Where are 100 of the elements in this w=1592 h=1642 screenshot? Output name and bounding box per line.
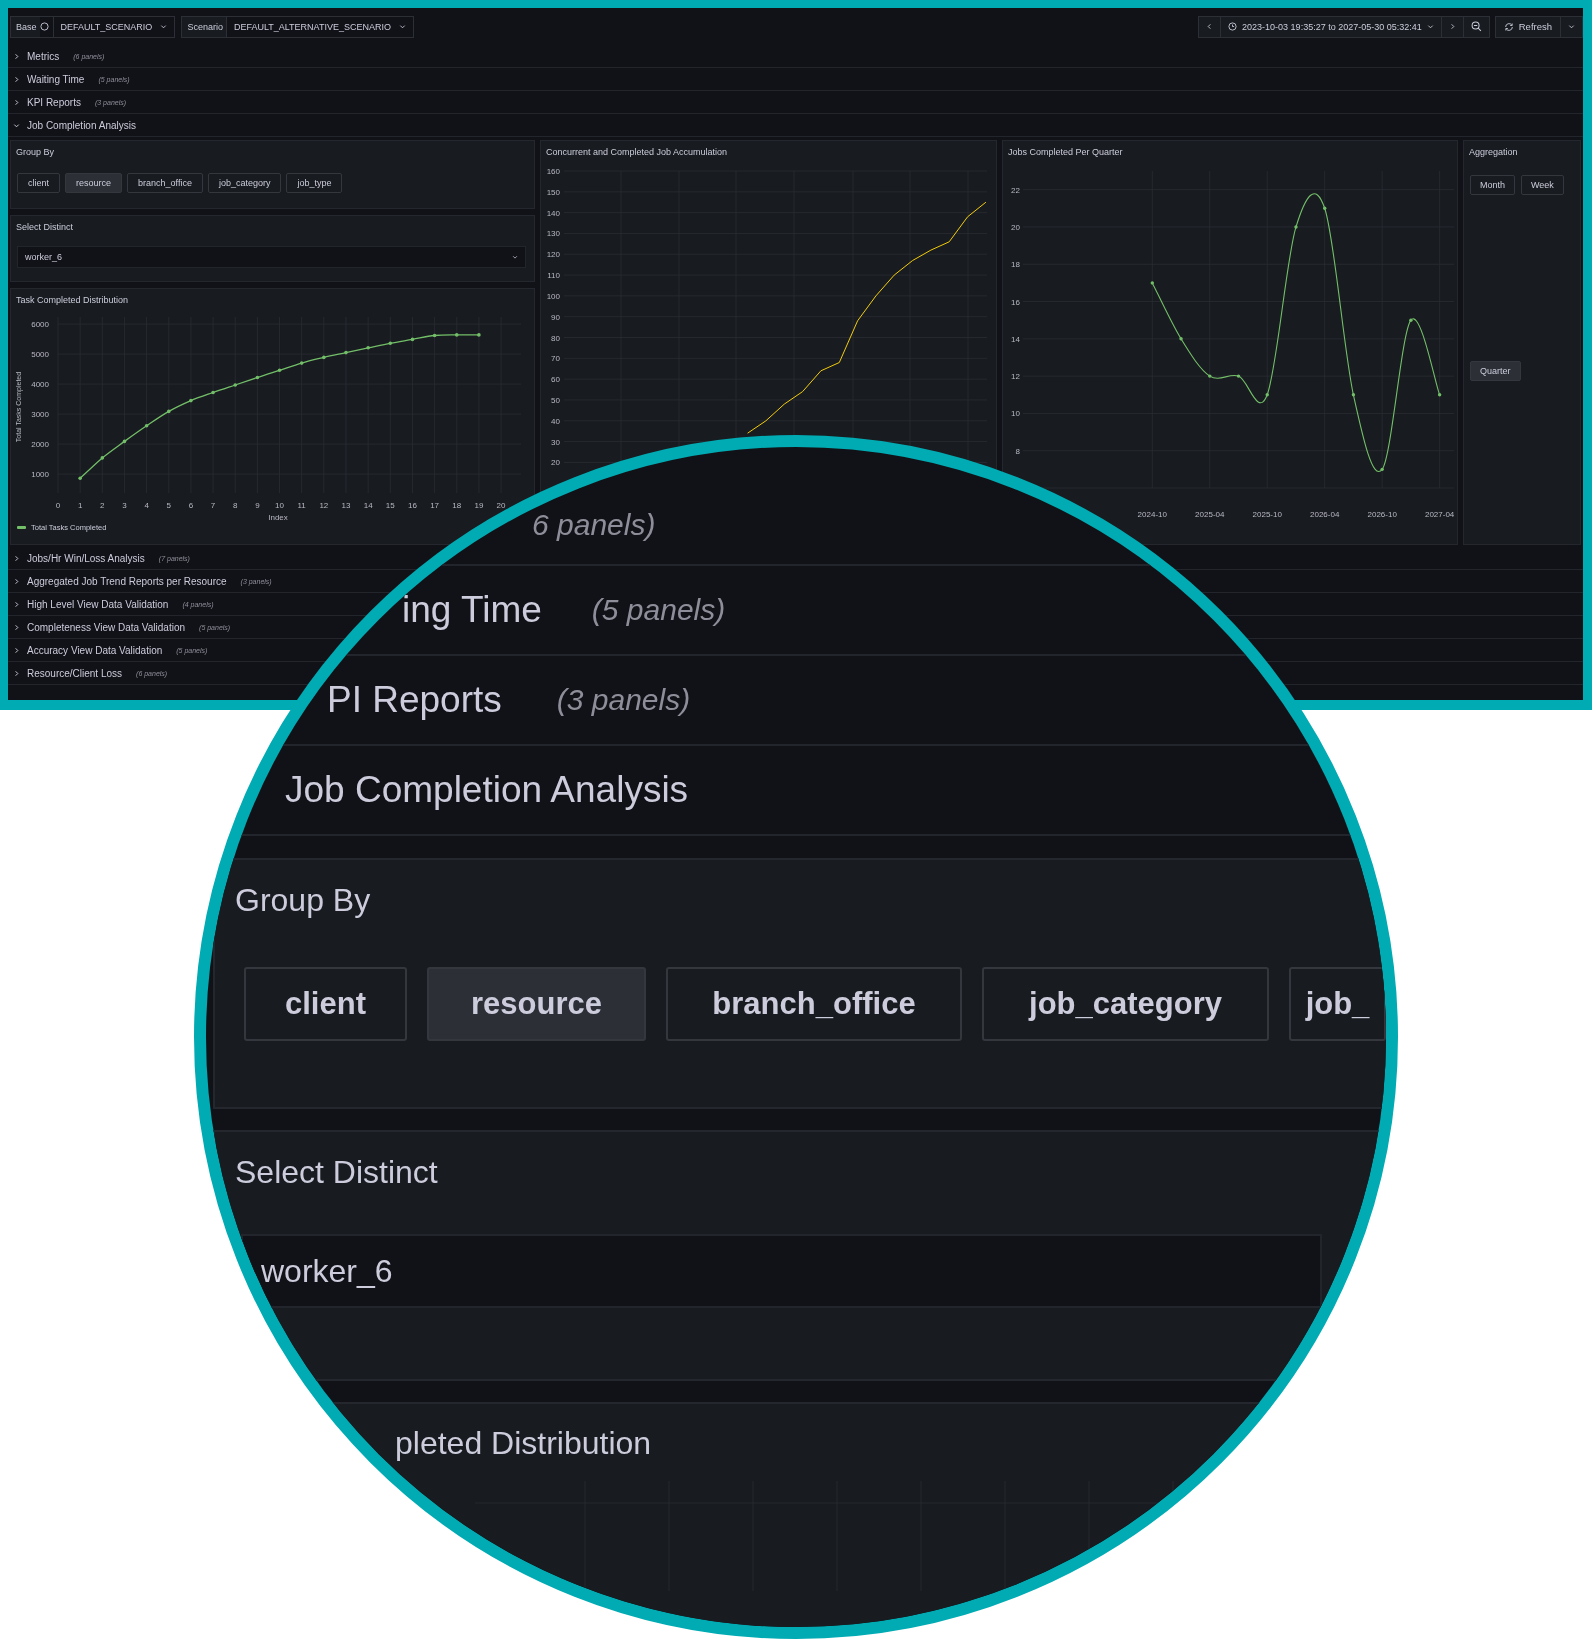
data-point xyxy=(211,390,215,395)
axis-tick-label: 2000 xyxy=(31,440,49,450)
axis-tick-label: 6 xyxy=(188,501,194,510)
data-point xyxy=(1351,393,1356,397)
caret-icon xyxy=(1568,23,1575,30)
panel-title: Concurrent and Completed Job Accumulation xyxy=(545,146,729,159)
axis-tick-label: 4 xyxy=(144,501,149,510)
axis-tick-label: 8 xyxy=(233,501,238,510)
row-title: PI Reports xyxy=(327,679,502,721)
axis-tick-label: 22 xyxy=(1011,185,1020,195)
group-by-option[interactable]: client xyxy=(17,173,60,193)
axis-tick-label: 9 xyxy=(255,501,260,510)
caret-icon xyxy=(398,23,406,30)
data-point xyxy=(255,375,260,380)
data-point xyxy=(299,361,304,365)
data-point xyxy=(78,476,82,481)
axis-tick-label: 40 xyxy=(551,416,560,426)
data-point xyxy=(322,355,326,360)
data-point xyxy=(1294,225,1298,229)
data-point xyxy=(100,456,105,460)
axis-tick-label: 90 xyxy=(551,312,560,322)
group-by-option[interactable]: job_category xyxy=(982,967,1269,1041)
axis-label: Index xyxy=(268,513,288,522)
axis-tick-label: 150 xyxy=(546,187,560,197)
axis-tick-label: 16 xyxy=(408,501,417,510)
axis-tick-label: 1 xyxy=(77,501,83,510)
axis-tick-label: 20 xyxy=(551,458,560,468)
axis-tick-label: 14 xyxy=(363,501,373,510)
data-point xyxy=(1265,393,1269,397)
data-point xyxy=(1323,206,1327,210)
caret-icon xyxy=(1426,23,1434,30)
aggregation-option[interactable]: Month xyxy=(1470,175,1515,195)
data-point xyxy=(410,337,415,342)
legend-swatch-icon xyxy=(17,526,26,529)
axis-tick-label: 100 xyxy=(546,291,560,301)
data-point xyxy=(144,424,149,428)
axis-tick-label: 5 xyxy=(166,501,171,510)
data-point xyxy=(1208,374,1212,378)
aggregation-option[interactable]: Week xyxy=(1521,175,1564,195)
group-by-option[interactable]: job_ xyxy=(1289,967,1386,1041)
axis-tick-label: 8 xyxy=(1015,446,1020,456)
axis-tick-label: 60 xyxy=(551,375,560,385)
chevron-right-icon xyxy=(1448,23,1456,30)
panel-count: (5 panels) xyxy=(591,593,726,627)
axis-tick-label: 50 xyxy=(551,395,560,405)
axis-tick-label: 17 xyxy=(430,501,440,510)
select-field[interactable]: worker_6 xyxy=(241,1234,1322,1308)
panel-title: Group By xyxy=(15,146,56,159)
axis-tick-label: 11 xyxy=(297,501,306,510)
data-point xyxy=(477,333,481,337)
data-point xyxy=(366,346,370,350)
data-point xyxy=(344,350,348,355)
caret-icon xyxy=(160,23,168,30)
clock-icon xyxy=(1228,22,1238,31)
panel-title: pleted Distribution xyxy=(394,1425,653,1461)
data-point xyxy=(1179,337,1183,341)
panel-title: Jobs Completed Per Quarter xyxy=(1007,146,1124,159)
group-by-option[interactable]: client xyxy=(244,967,407,1041)
chevron-left-icon xyxy=(1206,23,1214,30)
data-point xyxy=(189,398,193,403)
axis-tick-label: 70 xyxy=(551,354,560,364)
data-point xyxy=(1437,393,1442,397)
group-by-option[interactable]: job_category xyxy=(207,173,282,193)
axis-tick-label: 2025-04 xyxy=(1195,510,1225,519)
aggregation-option[interactable]: Quarter xyxy=(1470,361,1521,381)
axis-tick-label: 20 xyxy=(1011,222,1020,232)
select-field[interactable]: worker_6 xyxy=(17,246,526,268)
group-by-option[interactable]: branch_office xyxy=(666,967,962,1041)
axis-tick-label: 2026-10 xyxy=(1367,510,1397,519)
data-point xyxy=(166,409,171,414)
axis-tick-label: 120 xyxy=(546,250,560,260)
data-point xyxy=(277,368,282,373)
axis-tick-label: 130 xyxy=(546,229,560,239)
axis-tick-label: 10 xyxy=(275,501,284,510)
group-by-option[interactable]: branch_office xyxy=(127,173,203,193)
refresh-icon xyxy=(1503,21,1514,32)
group-by-option[interactable]: job_type xyxy=(286,173,343,193)
group-by-option[interactable]: resource xyxy=(65,173,123,193)
axis-tick-label: 7 xyxy=(210,501,216,510)
group-by-option[interactable]: resource xyxy=(427,967,646,1041)
data-point xyxy=(454,333,459,337)
axis-tick-label: 14 xyxy=(1011,334,1020,344)
row-header[interactable]: Job Completion Analysis xyxy=(8,119,136,131)
caret-icon xyxy=(512,254,518,260)
panel-count: 6 panels) xyxy=(532,508,656,542)
axis-tick-label: 1000 xyxy=(31,470,49,480)
axis-tick-label: 80 xyxy=(551,333,560,343)
axis-tick-label: 2024-10 xyxy=(1137,510,1167,519)
variable-label: Scenario xyxy=(182,16,226,37)
axis-tick-label: 160 xyxy=(546,167,560,176)
axis-tick-label: 3 xyxy=(122,501,127,510)
data-point xyxy=(388,341,393,346)
axis-tick-label: 2026-04 xyxy=(1310,510,1340,519)
axis-tick-label: 10 xyxy=(1011,409,1020,419)
axis-tick-label: 18 xyxy=(1011,260,1020,270)
data-point xyxy=(1409,318,1413,322)
panel-title: Group By xyxy=(235,882,372,918)
axis-tick-label: 2 xyxy=(100,501,105,510)
axis-tick-label: 3000 xyxy=(31,410,49,420)
axis-tick-label: 20 xyxy=(496,501,506,510)
